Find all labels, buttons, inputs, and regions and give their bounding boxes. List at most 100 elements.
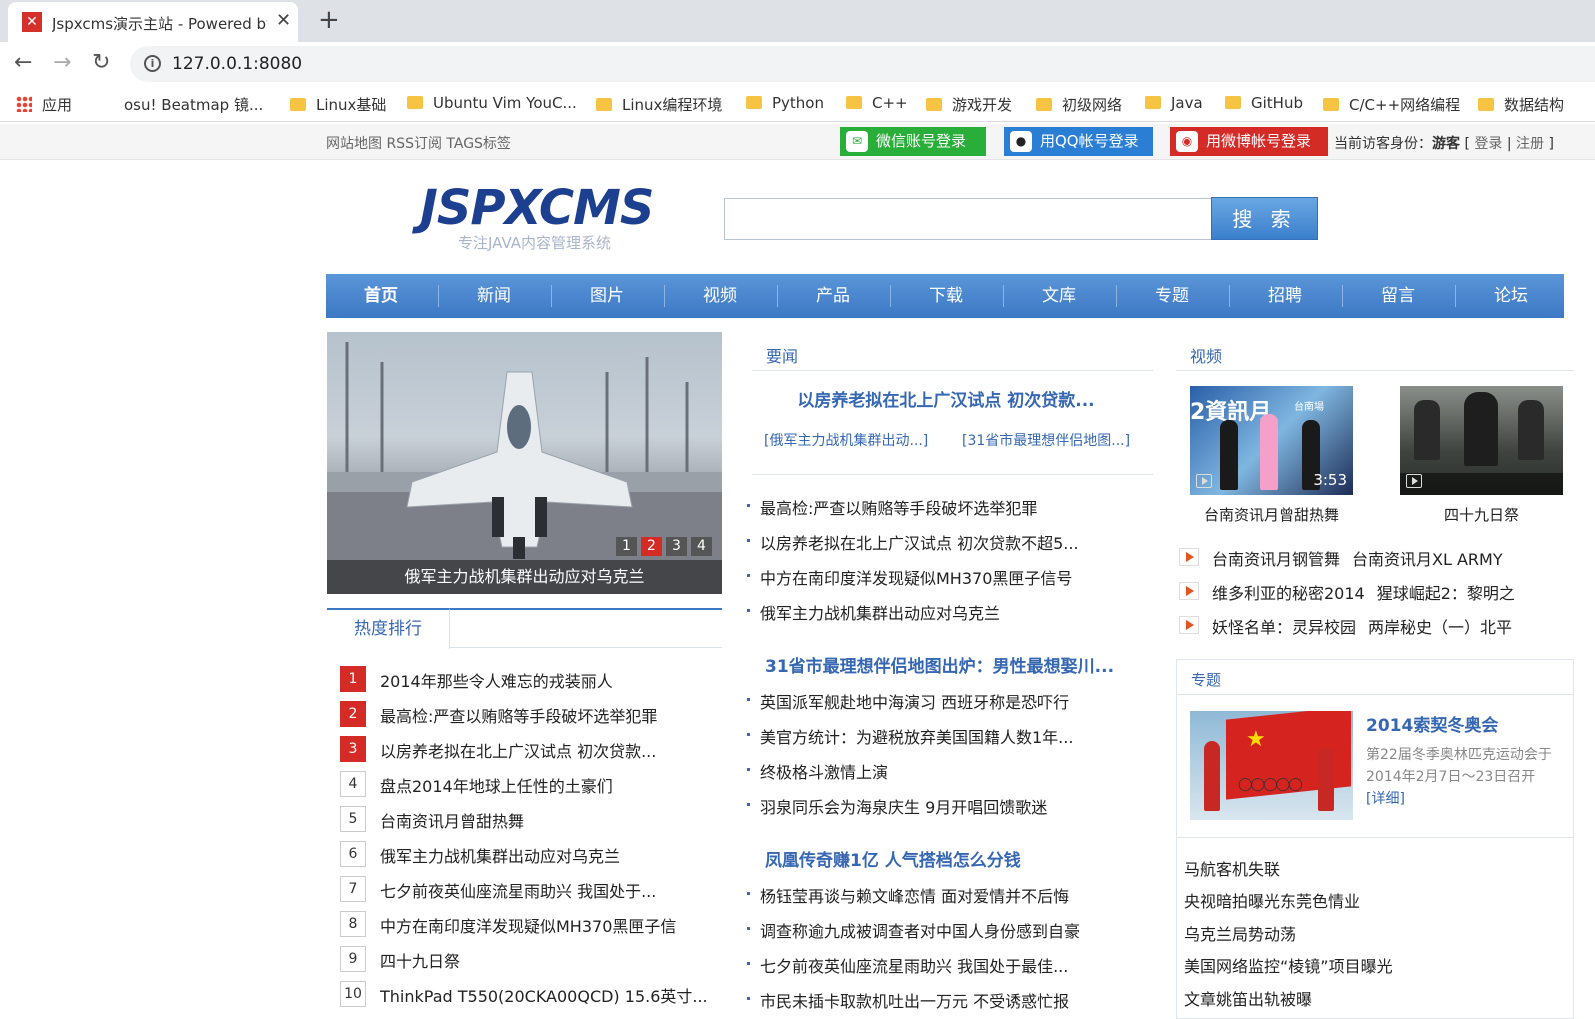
address-bar[interactable]: i 127.0.0.1:8080 xyxy=(130,46,1595,82)
rank-title[interactable]: 以房养老拟在北上广汉试点 初次贷款... xyxy=(380,738,656,762)
slide-caption[interactable]: 俄军主力战机集群出动应对乌克兰 xyxy=(327,563,722,587)
topic-item[interactable]: 马航客机失联 xyxy=(1184,856,1280,880)
bookmark-item[interactable]: Linux编程环境 xyxy=(596,94,722,115)
video-link[interactable]: 台南资讯月钢管舞 xyxy=(1212,550,1340,569)
nav-home[interactable]: 首页 xyxy=(326,274,436,318)
news-sub-link[interactable]: [31省市最理想伴侣地图...] xyxy=(962,430,1130,450)
bookmark-item[interactable]: 游戏开发 xyxy=(926,94,1012,115)
news-item-text[interactable]: 终极格斗激情上演 xyxy=(760,763,888,782)
slide-dot[interactable]: 4 xyxy=(691,537,712,556)
news-headline[interactable]: 凤凰传奇赚1亿 人气搭档怎么分钱 xyxy=(765,846,1021,871)
video-link[interactable]: 台南资讯月XL ARMY xyxy=(1352,550,1503,569)
video-caption[interactable]: 台南资讯月曾甜热舞 xyxy=(1190,504,1353,525)
rank-title[interactable]: 台南资讯月曾甜热舞 xyxy=(380,808,524,832)
bookmark-apps[interactable]: 应用 xyxy=(16,94,72,115)
video-link[interactable]: 维多利亚的秘密2014 xyxy=(1212,584,1365,603)
nav-guestbook[interactable]: 留言 xyxy=(1343,274,1453,318)
rank-title[interactable]: ThinkPad T550(20CKA00QCD) 15.6英寸... xyxy=(380,983,708,1007)
bookmark-item[interactable]: Ubuntu Vim YouC... xyxy=(407,94,577,112)
bookmark-item[interactable]: 初级网络 xyxy=(1036,94,1122,115)
news-item-text[interactable]: 七夕前夜英仙座流星雨助兴 我国处于最佳... xyxy=(760,957,1068,976)
news-item-text[interactable]: 美官方统计：为避税放弃美国国籍人数1年... xyxy=(760,728,1073,747)
forward-icon[interactable]: → xyxy=(53,50,71,75)
news-item[interactable]: 调查称逾九成被调查者对中国人身份感到自豪 xyxy=(747,918,1080,942)
bookmark-item[interactable]: osu! Beatmap 镜... xyxy=(124,94,263,115)
site-links[interactable]: 网站地图 RSS订阅 TAGS标签 xyxy=(326,133,511,153)
topic-item[interactable]: 乌克兰局势动荡 xyxy=(1184,921,1296,945)
news-item[interactable]: 以房养老拟在北上广汉试点 初次贷款不超5... xyxy=(747,530,1079,554)
rank-title[interactable]: 七夕前夜英仙座流星雨助兴 我国处于... xyxy=(380,878,656,902)
news-item[interactable]: 终极格斗激情上演 xyxy=(747,759,888,783)
news-item[interactable]: 市民未插卡取款机吐出一万元 不受诱惑忙报 xyxy=(747,988,1069,1012)
back-icon[interactable]: ← xyxy=(14,50,32,75)
nav-jobs[interactable]: 招聘 xyxy=(1230,274,1340,318)
qq-login-button[interactable]: ● 用QQ帐号登录 xyxy=(1004,127,1153,156)
rank-title[interactable]: 2014年那些令人难忘的戎装丽人 xyxy=(380,668,613,692)
bookmark-item[interactable]: GitHub xyxy=(1225,94,1303,112)
bookmark-item[interactable]: Java xyxy=(1145,94,1203,112)
slide-dot[interactable]: 1 xyxy=(616,537,637,556)
bookmark-item[interactable]: 数据结构 xyxy=(1478,94,1564,115)
slideshow[interactable]: 1 2 3 4 俄军主力战机集群出动应对乌克兰 xyxy=(327,332,722,594)
news-item[interactable]: 羽泉同乐会为海泉庆生 9月开唱回馈歌迷 xyxy=(747,794,1047,818)
topic-item[interactable]: 央视暗拍曝光东莞色情业 xyxy=(1184,888,1360,912)
news-item-text[interactable]: 俄军主力战机集群出动应对乌克兰 xyxy=(760,604,1000,623)
browser-tab[interactable]: ✕ Jspxcms演示主站 - Powered by ✕ xyxy=(8,2,298,42)
topic-more-link[interactable]: [详细] xyxy=(1366,788,1405,808)
news-item[interactable]: 俄军主力战机集群出动应对乌克兰 xyxy=(747,600,1000,624)
news-lead-headline[interactable]: 以房养老拟在北上广汉试点 初次贷款... xyxy=(747,386,1145,411)
rank-title[interactable]: 盘点2014年地球上任性的土豪们 xyxy=(380,773,613,797)
bookmark-item[interactable]: Python xyxy=(746,94,824,112)
rank-title[interactable]: 中方在南印度洋发现疑似MH370黑匣子信 xyxy=(380,913,676,937)
nav-download[interactable]: 下载 xyxy=(891,274,1001,318)
video-link[interactable]: 妖怪名单：灵异校园 xyxy=(1212,618,1356,637)
news-item[interactable]: 七夕前夜英仙座流星雨助兴 我国处于最佳... xyxy=(747,953,1068,977)
nav-news[interactable]: 新闻 xyxy=(439,274,549,318)
news-item-text[interactable]: 羽泉同乐会为海泉庆生 9月开唱回馈歌迷 xyxy=(760,798,1047,817)
video-thumbnail[interactable] xyxy=(1400,386,1563,495)
bookmark-item[interactable]: C/C++网络编程 xyxy=(1323,94,1460,115)
video-thumbnail[interactable]: 2資訊月 台南場 3:53 xyxy=(1190,386,1353,495)
close-tab-icon[interactable]: ✕ xyxy=(276,10,291,31)
news-item-text[interactable]: 市民未插卡取款机吐出一万元 不受诱惑忙报 xyxy=(760,992,1069,1011)
news-item[interactable]: 英国派军舰赴地中海演习 西班牙称是恐吓行 xyxy=(747,689,1069,713)
rank-title[interactable]: 俄军主力战机集群出动应对乌克兰 xyxy=(380,843,620,867)
search-button[interactable]: 搜 索 xyxy=(1211,197,1318,240)
nav-forum[interactable]: 论坛 xyxy=(1456,274,1566,318)
login-link[interactable]: 登录 xyxy=(1474,136,1502,152)
news-item-text[interactable]: 最高检:严查以贿赂等手段破坏选举犯罪 xyxy=(760,499,1037,518)
news-item[interactable]: 中方在南印度洋发现疑似MH370黑匣子信号 xyxy=(747,565,1072,589)
slide-dot-active[interactable]: 2 xyxy=(641,537,662,556)
url-text[interactable]: 127.0.0.1:8080 xyxy=(172,54,302,74)
rank-title[interactable]: 四十九日祭 xyxy=(380,948,460,972)
video-caption[interactable]: 四十九日祭 xyxy=(1400,504,1563,525)
news-item-text[interactable]: 以房养老拟在北上广汉试点 初次贷款不超5... xyxy=(760,534,1079,553)
nav-library[interactable]: 文库 xyxy=(1004,274,1114,318)
site-logo[interactable]: JSPXCMS 专注JAVA内容管理系统 xyxy=(420,180,690,253)
news-item[interactable]: 最高检:严查以贿赂等手段破坏选举犯罪 xyxy=(747,495,1037,519)
news-item[interactable]: 美官方统计：为避税放弃美国国籍人数1年... xyxy=(747,724,1073,748)
topic-feature-image[interactable]: ★ ◯◯◯◯◯ xyxy=(1190,711,1353,820)
hot-ranking-tab[interactable]: 热度排行 xyxy=(327,608,450,649)
register-link[interactable]: 注册 xyxy=(1516,136,1544,152)
rank-title[interactable]: 最高检:严查以贿赂等手段破坏选举犯罪 xyxy=(380,703,657,727)
wechat-login-button[interactable]: ✉ 微信账号登录 xyxy=(840,127,986,156)
video-link[interactable]: 猩球崛起2：黎明之 xyxy=(1377,584,1515,603)
weibo-login-button[interactable]: ◉ 用微博帐号登录 xyxy=(1170,127,1328,156)
topic-feature-title[interactable]: 2014索契冬奥会 xyxy=(1366,711,1498,736)
bookmark-item[interactable]: C++ xyxy=(846,94,908,112)
nav-topics[interactable]: 专题 xyxy=(1117,274,1227,318)
slide-dot[interactable]: 3 xyxy=(666,537,687,556)
news-item[interactable]: 杨钰莹再谈与赖文峰恋情 面对爱情并不后悔 xyxy=(747,883,1069,907)
news-item-text[interactable]: 中方在南印度洋发现疑似MH370黑匣子信号 xyxy=(760,569,1072,588)
search-input[interactable] xyxy=(724,198,1211,240)
reload-icon[interactable]: ↻ xyxy=(92,50,110,75)
news-item-text[interactable]: 英国派军舰赴地中海演习 西班牙称是恐吓行 xyxy=(760,693,1069,712)
news-sub-link[interactable]: [俄军主力战机集群出动...] xyxy=(764,430,928,450)
nav-video[interactable]: 视频 xyxy=(665,274,775,318)
topic-item[interactable]: 文章姚笛出轨被曝 xyxy=(1184,986,1312,1010)
bookmark-item[interactable]: Linux基础 xyxy=(290,94,386,115)
site-info-icon[interactable]: i xyxy=(144,55,161,72)
topic-item[interactable]: 美国网络监控“棱镜”项目曝光 xyxy=(1184,953,1393,977)
nav-products[interactable]: 产品 xyxy=(778,274,888,318)
